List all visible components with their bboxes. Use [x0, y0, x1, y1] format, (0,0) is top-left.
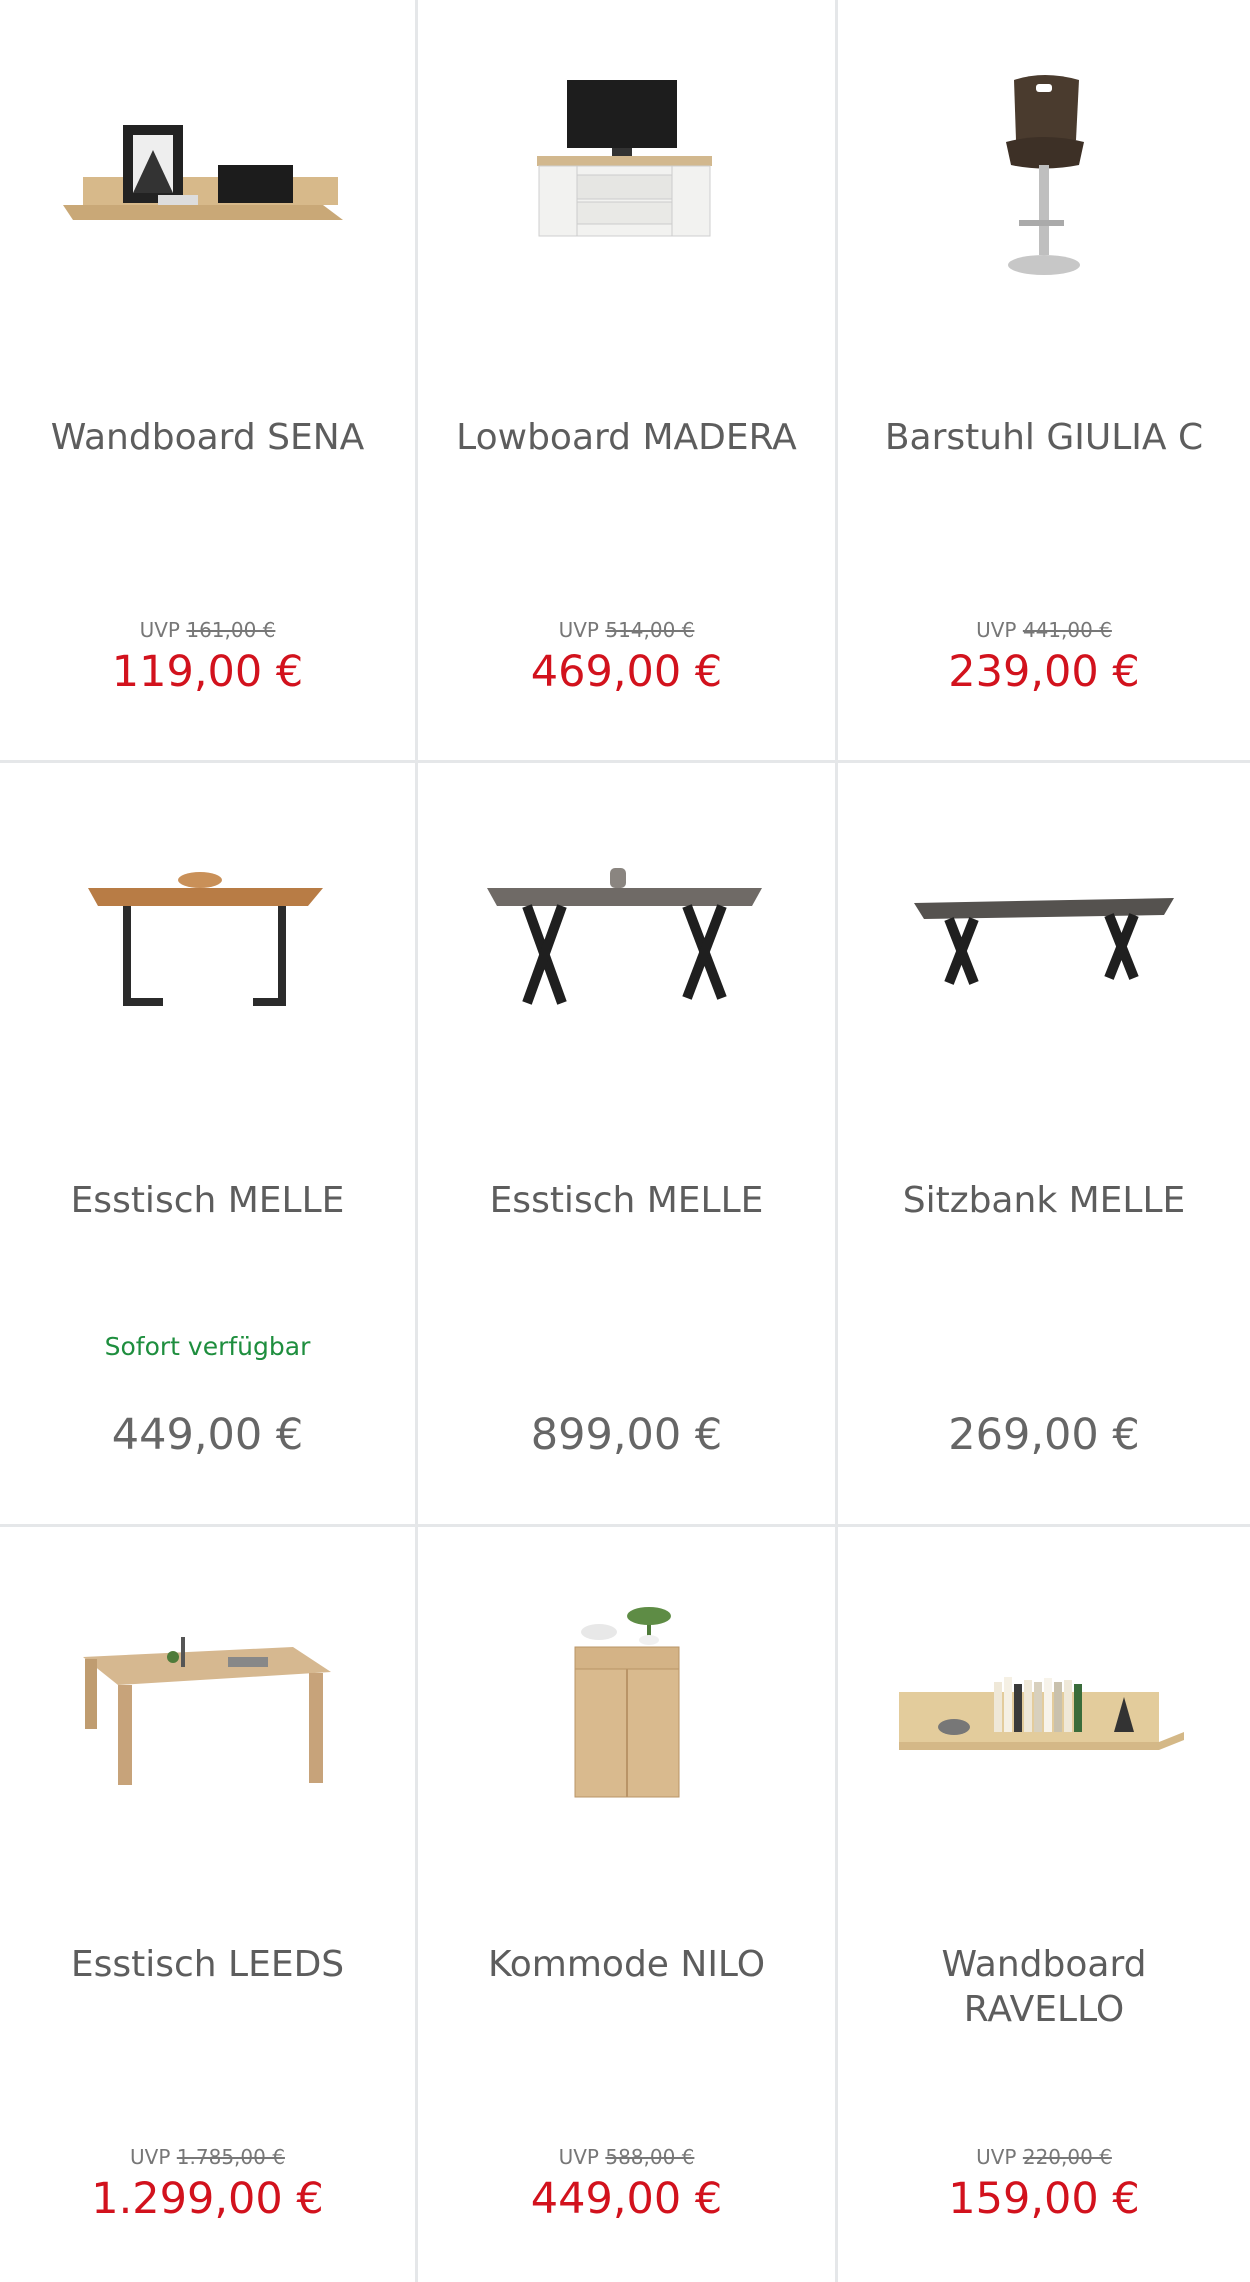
- product-image[interactable]: [838, 813, 1250, 1073]
- uvp-price: UVP 1.785,00 €: [130, 2145, 285, 2169]
- product-image[interactable]: [418, 50, 835, 310]
- product-card[interactable]: Lowboard MADERA UVP 514,00 € 469,00 €: [418, 0, 838, 763]
- sale-price: 1.299,00 €: [91, 2174, 324, 2224]
- product-image[interactable]: [418, 1577, 835, 1837]
- product-name[interactable]: Esstisch LEEDS: [20, 1942, 395, 1987]
- product-name[interactable]: Barstuhl GIULIA C: [858, 415, 1230, 460]
- product-card[interactable]: Wandboard RAVELLO UVP 220,00 € 159,00 €: [838, 1527, 1250, 2282]
- sale-price: 469,00 €: [530, 647, 723, 697]
- product-image[interactable]: [838, 1577, 1250, 1837]
- product-card[interactable]: Barstuhl GIULIA C UVP 441,00 € 239,00 €: [838, 0, 1250, 763]
- product-name[interactable]: Wandboard SENA: [20, 415, 395, 460]
- uvp-price: UVP 220,00 €: [976, 2145, 1112, 2169]
- product-card[interactable]: Esstisch LEEDS UVP 1.785,00 € 1.299,00 €: [0, 1527, 418, 2282]
- price: 449,00 €: [111, 1410, 304, 1460]
- sale-price: 449,00 €: [530, 2174, 723, 2224]
- uvp-price: UVP 161,00 €: [139, 618, 276, 642]
- uvp-price: UVP 588,00 €: [558, 2145, 695, 2169]
- product-card[interactable]: Kommode NILO UVP 588,00 € 449,00 €: [418, 1527, 838, 2282]
- availability-status: Sofort verfügbar: [104, 1332, 311, 1361]
- sale-price: 159,00 €: [948, 2174, 1140, 2224]
- product-card[interactable]: Esstisch MELLE 899,00 €: [418, 763, 838, 1527]
- product-name[interactable]: Esstisch MELLE: [438, 1178, 815, 1223]
- product-card[interactable]: Sitzbank MELLE 269,00 €: [838, 763, 1250, 1527]
- sale-price: 239,00 €: [948, 647, 1140, 697]
- product-card[interactable]: Esstisch MELLE Sofort verfügbar 449,00 €: [0, 763, 418, 1527]
- product-name[interactable]: Wandboard RAVELLO: [858, 1942, 1230, 2032]
- price: 269,00 €: [948, 1410, 1140, 1460]
- product-image[interactable]: [838, 50, 1250, 310]
- product-name[interactable]: Kommode NILO: [438, 1942, 815, 1987]
- product-name[interactable]: Sitzbank MELLE: [858, 1178, 1230, 1223]
- uvp-price: UVP 441,00 €: [976, 618, 1112, 642]
- product-grid: Wandboard SENA UVP 161,00 € 119,00 € Low…: [0, 0, 1250, 2282]
- product-image[interactable]: [418, 813, 835, 1073]
- product-image[interactable]: [0, 50, 415, 310]
- price: 899,00 €: [530, 1410, 723, 1460]
- sale-price: 119,00 €: [111, 647, 304, 697]
- product-image[interactable]: [0, 813, 415, 1073]
- product-image[interactable]: [0, 1577, 415, 1837]
- product-name[interactable]: Esstisch MELLE: [20, 1178, 395, 1223]
- uvp-price: UVP 514,00 €: [558, 618, 695, 642]
- product-card[interactable]: Wandboard SENA UVP 161,00 € 119,00 €: [0, 0, 418, 763]
- product-name[interactable]: Lowboard MADERA: [438, 415, 815, 460]
